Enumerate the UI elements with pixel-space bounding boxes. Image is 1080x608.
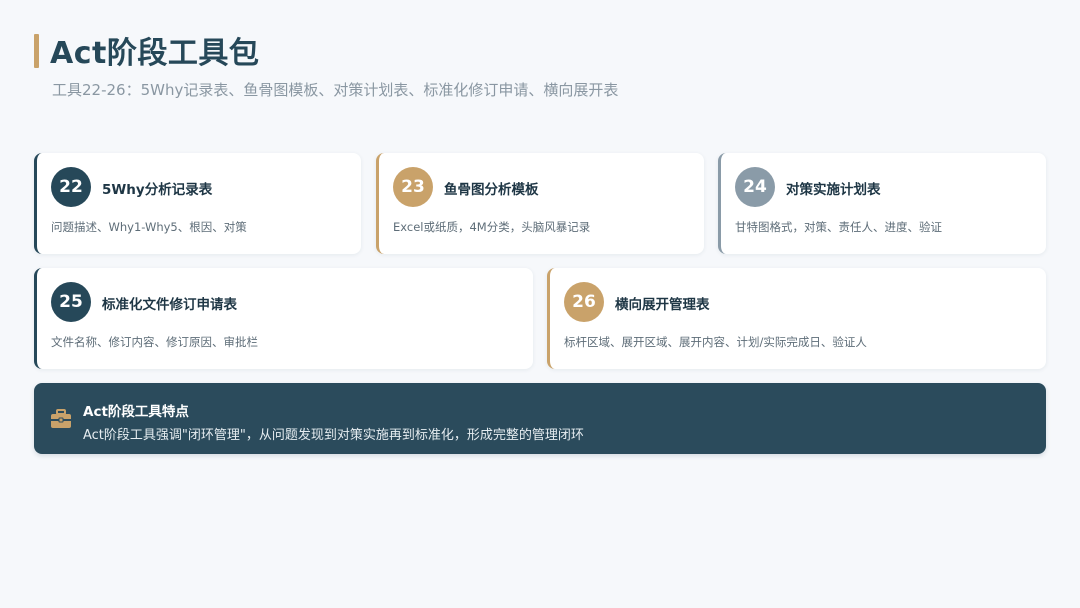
summary-title: Act阶段工具特点 bbox=[83, 404, 189, 420]
tool-number-badge: 23 bbox=[393, 167, 433, 207]
tool-card-25: 25 标准化文件修订申请表 文件名称、修订内容、修订原因、审批栏 bbox=[34, 268, 533, 369]
tool-number-badge: 22 bbox=[51, 167, 91, 207]
tool-card-23: 23 鱼骨图分析模板 Excel或纸质，4M分类，头脑风暴记录 bbox=[376, 153, 704, 254]
tool-title: 对策实施计划表 bbox=[786, 182, 881, 198]
tool-description: 问题描述、Why1-Why5、根因、对策 bbox=[51, 220, 247, 234]
page-title: Act阶段工具包 bbox=[50, 36, 260, 71]
tool-card-22: 22 5Why分析记录表 问题描述、Why1-Why5、根因、对策 bbox=[34, 153, 361, 254]
summary-panel: Act阶段工具特点 Act阶段工具强调"闭环管理"，从问题发现到对策实施再到标准… bbox=[34, 383, 1046, 454]
tool-description: 文件名称、修订内容、修订原因、审批栏 bbox=[51, 335, 258, 349]
tool-description: 甘特图格式，对策、责任人、进度、验证 bbox=[735, 220, 942, 234]
toolbox-icon bbox=[51, 409, 71, 428]
tool-card-26: 26 横向展开管理表 标杆区域、展开区域、展开内容、计划/实际完成日、验证人 bbox=[547, 268, 1046, 369]
tool-number-badge: 26 bbox=[564, 282, 604, 322]
tool-card-24: 24 对策实施计划表 甘特图格式，对策、责任人、进度、验证 bbox=[718, 153, 1046, 254]
tool-title: 5Why分析记录表 bbox=[102, 182, 213, 198]
tool-title: 鱼骨图分析模板 bbox=[444, 182, 539, 198]
tool-title: 横向展开管理表 bbox=[615, 297, 710, 313]
tool-number-badge: 25 bbox=[51, 282, 91, 322]
tool-description: Excel或纸质，4M分类，头脑风暴记录 bbox=[393, 220, 591, 234]
title-accent-bar bbox=[34, 34, 39, 68]
page-subtitle: 工具22-26：5Why记录表、鱼骨图模板、对策计划表、标准化修订申请、横向展开… bbox=[52, 81, 619, 99]
summary-description: Act阶段工具强调"闭环管理"，从问题发现到对策实施再到标准化，形成完整的管理闭… bbox=[83, 428, 584, 443]
tool-description: 标杆区域、展开区域、展开内容、计划/实际完成日、验证人 bbox=[564, 335, 867, 349]
tool-number-badge: 24 bbox=[735, 167, 775, 207]
tool-title: 标准化文件修订申请表 bbox=[102, 297, 237, 313]
